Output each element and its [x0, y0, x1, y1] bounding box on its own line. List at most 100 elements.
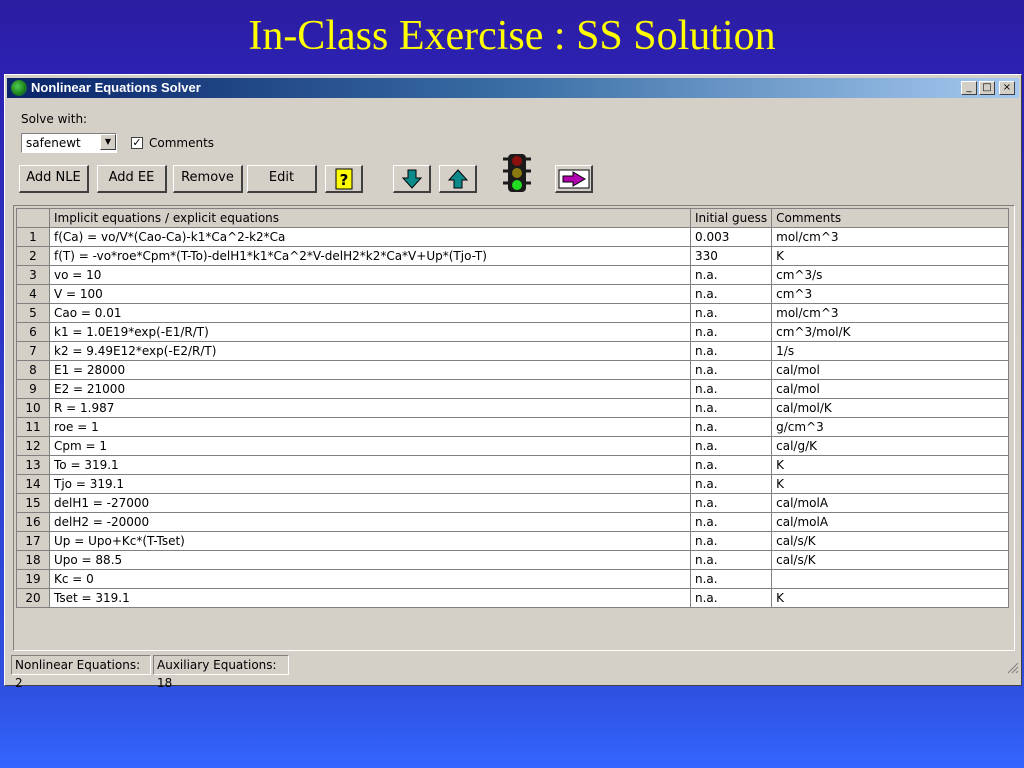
- header-equations[interactable]: Implicit equations / explicit equations: [49, 208, 691, 228]
- table-row[interactable]: 9 E2 = 21000 n.a. cal/mol: [16, 379, 1010, 399]
- maximize-button[interactable]: □: [979, 81, 995, 95]
- initial-guess-cell[interactable]: n.a.: [689, 379, 773, 399]
- equation-cell[interactable]: Up = Upo+Kc*(T-Tset): [49, 531, 691, 551]
- initial-guess-cell[interactable]: n.a.: [689, 455, 773, 475]
- comment-cell[interactable]: K: [771, 455, 1010, 475]
- comment-cell[interactable]: cal/mol: [771, 379, 1010, 399]
- solve-traffic-light[interactable]: [499, 153, 535, 193]
- table-row[interactable]: 20 Tset = 319.1 n.a. K: [16, 588, 1010, 608]
- initial-guess-cell[interactable]: n.a.: [689, 398, 773, 418]
- equation-cell[interactable]: k1 = 1.0E19*exp(-E1/R/T): [49, 322, 691, 342]
- add-nle-button[interactable]: Add NLE: [19, 165, 89, 193]
- table-row[interactable]: 16 delH2 = -20000 n.a. cal/molA: [16, 512, 1010, 532]
- table-row[interactable]: 4V = 100 n.a. cm^3: [16, 284, 1010, 304]
- comment-cell[interactable]: [771, 569, 1010, 589]
- initial-guess-cell[interactable]: 330: [689, 246, 773, 266]
- move-down-button[interactable]: [393, 165, 431, 193]
- table-row[interactable]: 17 Up = Upo+Kc*(T-Tset) n.a. cal/s/K: [16, 531, 1010, 551]
- comment-cell[interactable]: cal/mol: [771, 360, 1010, 380]
- resize-grip-icon[interactable]: [1005, 659, 1019, 674]
- table-row[interactable]: 8 E1 = 28000 n.a. cal/mol: [16, 360, 1010, 380]
- initial-guess-cell[interactable]: n.a.: [689, 284, 773, 304]
- table-row[interactable]: 11 roe = 1 n.a. g/cm^3: [16, 417, 1010, 437]
- close-button[interactable]: ×: [999, 81, 1015, 95]
- table-row[interactable]: 5 Cao = 0.01 n.a. mol/cm^3: [16, 303, 1010, 323]
- initial-guess-cell[interactable]: n.a.: [689, 436, 773, 456]
- initial-guess-cell[interactable]: n.a.: [689, 569, 773, 589]
- comment-cell[interactable]: cm^3/mol/K: [771, 322, 1010, 342]
- comment-cell[interactable]: cal/g/K: [771, 436, 1010, 456]
- comment-cell[interactable]: cal/mol/K: [771, 398, 1010, 418]
- initial-guess-cell[interactable]: n.a.: [689, 588, 773, 608]
- equation-cell[interactable]: V = 100: [49, 284, 691, 304]
- table-row[interactable]: 7 k2 = 9.49E12*exp(-E2/R/T) n.a. 1/s: [16, 341, 1010, 361]
- remove-button[interactable]: Remove: [173, 165, 243, 193]
- initial-guess-cell[interactable]: n.a.: [689, 303, 773, 323]
- comment-cell[interactable]: cal/s/K: [771, 531, 1010, 551]
- comment-cell[interactable]: cal/s/K: [771, 550, 1010, 570]
- comment-cell[interactable]: cm^3/s: [771, 265, 1010, 285]
- comment-cell[interactable]: mol/cm^3: [771, 303, 1010, 323]
- equation-cell[interactable]: To = 319.1: [49, 455, 691, 475]
- comment-cell[interactable]: mol/cm^3: [771, 227, 1010, 247]
- window-titlebar[interactable]: Nonlinear Equations Solver _ □ ×: [7, 78, 1019, 98]
- table-row[interactable]: 3 vo = 10 n.a. cm^3/s: [16, 265, 1010, 285]
- table-row[interactable]: 2 f(T) = -vo*roe*Cpm*(T-To)-delH1*k1*Ca^2…: [16, 246, 1010, 266]
- comment-cell[interactable]: cm^3: [771, 284, 1010, 304]
- comments-checkbox[interactable]: ✓: [131, 137, 143, 149]
- initial-guess-cell[interactable]: n.a.: [689, 531, 773, 551]
- table-row[interactable]: 19 Kc = 0 n.a.: [16, 569, 1010, 589]
- equation-cell[interactable]: Upo = 88.5: [49, 550, 691, 570]
- initial-guess-cell[interactable]: n.a.: [689, 417, 773, 437]
- table-row[interactable]: 10 R = 1.987 n.a. cal/mol/K: [16, 398, 1010, 418]
- header-initial-guess[interactable]: Initial guess: [689, 208, 773, 228]
- equation-cell[interactable]: delH1 = -27000: [49, 493, 691, 513]
- equation-cell[interactable]: delH2 = -20000: [49, 512, 691, 532]
- table-row[interactable]: 6 k1 = 1.0E19*exp(-E1/R/T) n.a. cm^3/mol/K: [16, 322, 1010, 342]
- edit-button[interactable]: Edit: [247, 165, 317, 193]
- equation-cell[interactable]: Cao = 0.01: [49, 303, 691, 323]
- chevron-down-icon[interactable]: ▼: [100, 134, 116, 150]
- comment-cell[interactable]: cal/molA: [771, 493, 1010, 513]
- comment-cell[interactable]: K: [771, 246, 1010, 266]
- equation-cell[interactable]: Tjo = 319.1: [49, 474, 691, 494]
- move-up-button[interactable]: [439, 165, 477, 193]
- equation-cell[interactable]: E2 = 21000: [49, 379, 691, 399]
- initial-guess-cell[interactable]: n.a.: [689, 493, 773, 513]
- comment-cell[interactable]: K: [771, 588, 1010, 608]
- table-row[interactable]: 15 delH1 = -27000 n.a. cal/molA: [16, 493, 1010, 513]
- header-comments[interactable]: Comments: [771, 208, 1010, 228]
- equation-cell[interactable]: k2 = 9.49E12*exp(-E2/R/T): [49, 341, 691, 361]
- next-button[interactable]: [555, 165, 593, 193]
- comment-cell[interactable]: 1/s: [771, 341, 1010, 361]
- equation-cell[interactable]: Tset = 319.1: [49, 588, 691, 608]
- solve-method-select[interactable]: safenewt ▼: [21, 133, 117, 153]
- equation-cell[interactable]: R = 1.987: [49, 398, 691, 418]
- equation-cell[interactable]: f(T) = -vo*roe*Cpm*(T-To)-delH1*k1*Ca^2*…: [49, 246, 691, 266]
- table-row[interactable]: 1 f(Ca) = vo/V*(Cao-Ca)-k1*Ca^2-k2*Ca 0.00…: [16, 227, 1010, 247]
- equation-cell[interactable]: Kc = 0: [49, 569, 691, 589]
- initial-guess-cell[interactable]: n.a.: [689, 550, 773, 570]
- comment-cell[interactable]: cal/molA: [771, 512, 1010, 532]
- comment-cell[interactable]: g/cm^3: [771, 417, 1010, 437]
- table-row[interactable]: 18 Upo = 88.5 n.a. cal/s/K: [16, 550, 1010, 570]
- equation-cell[interactable]: vo = 10: [49, 265, 691, 285]
- equation-cell[interactable]: E1 = 28000: [49, 360, 691, 380]
- initial-guess-cell[interactable]: n.a.: [689, 474, 773, 494]
- minimize-button[interactable]: _: [961, 81, 977, 95]
- initial-guess-cell[interactable]: 0.003: [689, 227, 773, 247]
- equation-cell[interactable]: f(Ca) = vo/V*(Cao-Ca)-k1*Ca^2-k2*Ca: [49, 227, 691, 247]
- table-row[interactable]: 13 To = 319.1 n.a. K: [16, 455, 1010, 475]
- equation-cell[interactable]: roe = 1: [49, 417, 691, 437]
- initial-guess-cell[interactable]: n.a.: [689, 512, 773, 532]
- initial-guess-cell[interactable]: n.a.: [689, 341, 773, 361]
- add-ee-button[interactable]: Add EE: [97, 165, 167, 193]
- table-row[interactable]: 12 Cpm = 1 n.a. cal/g/K: [16, 436, 1010, 456]
- equation-cell[interactable]: Cpm = 1: [49, 436, 691, 456]
- initial-guess-cell[interactable]: n.a.: [689, 322, 773, 342]
- table-row[interactable]: 14 Tjo = 319.1 n.a. K: [16, 474, 1010, 494]
- initial-guess-cell[interactable]: n.a.: [689, 360, 773, 380]
- comment-cell[interactable]: K: [771, 474, 1010, 494]
- initial-guess-cell[interactable]: n.a.: [689, 265, 773, 285]
- help-button[interactable]: ?: [325, 165, 363, 193]
